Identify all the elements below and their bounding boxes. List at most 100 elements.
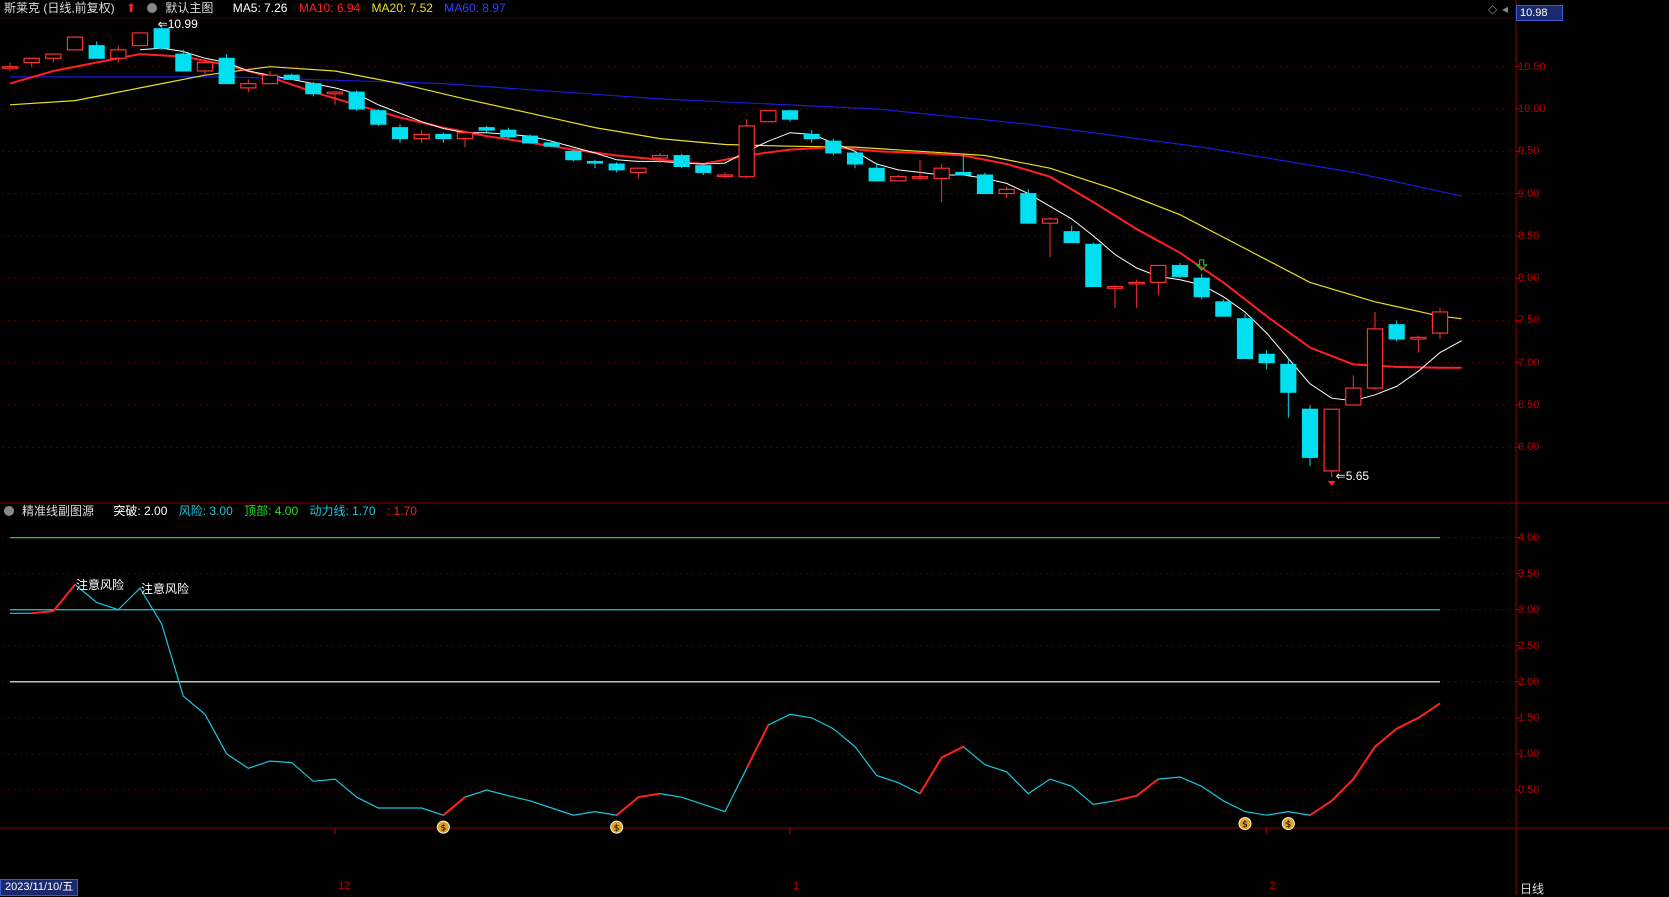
- candle-up: [1, 66, 19, 69]
- candle-down: [435, 133, 452, 140]
- x-label-feb: 2: [1269, 880, 1276, 892]
- extra-label: : 1.70: [386, 504, 417, 518]
- indicator-axis-label: 1.50: [1518, 711, 1540, 724]
- price-axis-label: 6.00: [1518, 441, 1540, 454]
- candle-up: [66, 36, 84, 51]
- template-label: 默认主图: [165, 1, 214, 15]
- x-label-jan: 1: [793, 880, 800, 892]
- candle-up: [1366, 328, 1384, 389]
- candle-up: [1041, 218, 1059, 224]
- candle-up: [1106, 285, 1124, 289]
- stock-name[interactable]: 斯莱克 (日线,前复权): [4, 1, 115, 15]
- indicator-axis-label: 3.00: [1518, 603, 1540, 616]
- price-axis-label: 8.00: [1518, 272, 1540, 285]
- candle-up: [933, 167, 950, 179]
- candle-up: [716, 174, 734, 178]
- risk-note-1: 注意风险: [76, 578, 125, 593]
- candle-down: [543, 142, 560, 147]
- price-axis-label: 8.50: [1518, 229, 1540, 242]
- indicator-name: 精准线副图源: [22, 504, 95, 518]
- candle-up: [738, 125, 755, 178]
- candle-down: [1388, 324, 1405, 340]
- candle-down: [1171, 264, 1189, 277]
- indicator-axis-label: 1.00: [1518, 747, 1540, 760]
- price-axis-label: 10.50: [1518, 60, 1546, 73]
- candle-up: [196, 61, 214, 72]
- candle-up: [413, 133, 430, 140]
- ma10-label: MA10: 6.94: [298, 1, 361, 15]
- indicator-selector[interactable]: 精准线副图源: [4, 504, 102, 518]
- low-price-label: ⇐5.65: [1335, 468, 1370, 483]
- candle-down: [1258, 353, 1275, 364]
- candle-down: [608, 163, 625, 171]
- money-bag-symbol: $: [614, 824, 620, 834]
- candle-up: [1345, 387, 1362, 406]
- candle-down: [175, 53, 192, 72]
- candle-down: [695, 165, 712, 173]
- candle-down: [1063, 231, 1080, 244]
- indicator-axis-label: 2.50: [1518, 639, 1540, 652]
- collapse-icon[interactable]: ◂: [1502, 2, 1508, 16]
- candle-down: [370, 110, 387, 125]
- candle-down: [825, 140, 842, 154]
- risk-note-2: 注意风险: [141, 582, 190, 597]
- breakout-label: 突破: 2.00: [113, 504, 168, 518]
- momentum-line: [10, 583, 1441, 816]
- candle-up: [890, 176, 907, 182]
- up-arrow-icon: ⬆: [126, 1, 137, 15]
- candle-up: [45, 53, 62, 59]
- candle-down: [673, 155, 690, 168]
- candle-down: [478, 127, 495, 131]
- indicator-axis-label: 2.00: [1518, 675, 1540, 688]
- candle-down: [153, 28, 170, 49]
- ma60-line: [10, 76, 1462, 197]
- ma5-label: MA5: 7.26: [232, 1, 288, 15]
- candle-up: [240, 83, 257, 89]
- money-bag-symbol: $: [440, 824, 446, 834]
- ma5-line: [139, 47, 1462, 402]
- period-tab[interactable]: 日线: [1520, 880, 1544, 897]
- low-signal-arrow-icon: [1327, 480, 1336, 486]
- candle-down: [521, 135, 539, 144]
- candle-up: [1150, 264, 1167, 283]
- candle-down: [803, 133, 820, 140]
- ma20-line: [9, 66, 1462, 320]
- stock-chart[interactable]: $ $ $ $: [0, 0, 1669, 895]
- candle-down: [846, 152, 864, 165]
- candle-up: [1323, 408, 1340, 472]
- candle-down: [586, 160, 604, 164]
- current-price-tag: 10.98: [1516, 5, 1563, 21]
- momentum-line-rising: [1309, 702, 1441, 817]
- dropdown-icon: [4, 506, 14, 516]
- main-header: 斯莱克 (日线,前复权) ⬆ 默认主图 MA5: 7.26 MA10: 6.94…: [4, 0, 514, 16]
- date-tag: 2023/11/10/五: [0, 879, 79, 896]
- candle-up: [261, 74, 279, 85]
- candle-down: [305, 83, 322, 95]
- candle-up: [110, 49, 127, 59]
- price-axis-label: 10.00: [1518, 103, 1546, 116]
- sub-header: 精准线副图源 突破: 2.00 风险: 3.00 顶部: 4.00 动力线: 1…: [4, 503, 425, 519]
- candle-up: [630, 167, 647, 174]
- diamond-icon[interactable]: ◇: [1488, 2, 1497, 16]
- momentum-line-rising: [442, 796, 466, 816]
- candle-down: [88, 45, 105, 59]
- candle-up: [760, 110, 777, 123]
- candle-down: [1236, 318, 1254, 359]
- candle-down: [1301, 408, 1319, 458]
- momentum-line-rising: [616, 792, 661, 816]
- price-axis-label: 7.00: [1518, 356, 1540, 369]
- candle-down: [391, 127, 409, 140]
- candle-down: [218, 57, 235, 85]
- template-selector[interactable]: 默认主图: [147, 1, 221, 15]
- candle-down: [348, 91, 365, 110]
- candle-up: [911, 176, 929, 179]
- money-bag-symbol: $: [1242, 820, 1248, 830]
- candle-down: [1215, 301, 1232, 317]
- candle-up: [998, 188, 1015, 195]
- indicator-axis-label: 3.50: [1518, 567, 1540, 580]
- candle-down: [1020, 193, 1037, 224]
- candle-down: [565, 150, 582, 161]
- indicator-axis-label: 0.50: [1518, 783, 1540, 796]
- momentum-line-rising: [31, 583, 76, 615]
- candle-down: [1193, 277, 1210, 298]
